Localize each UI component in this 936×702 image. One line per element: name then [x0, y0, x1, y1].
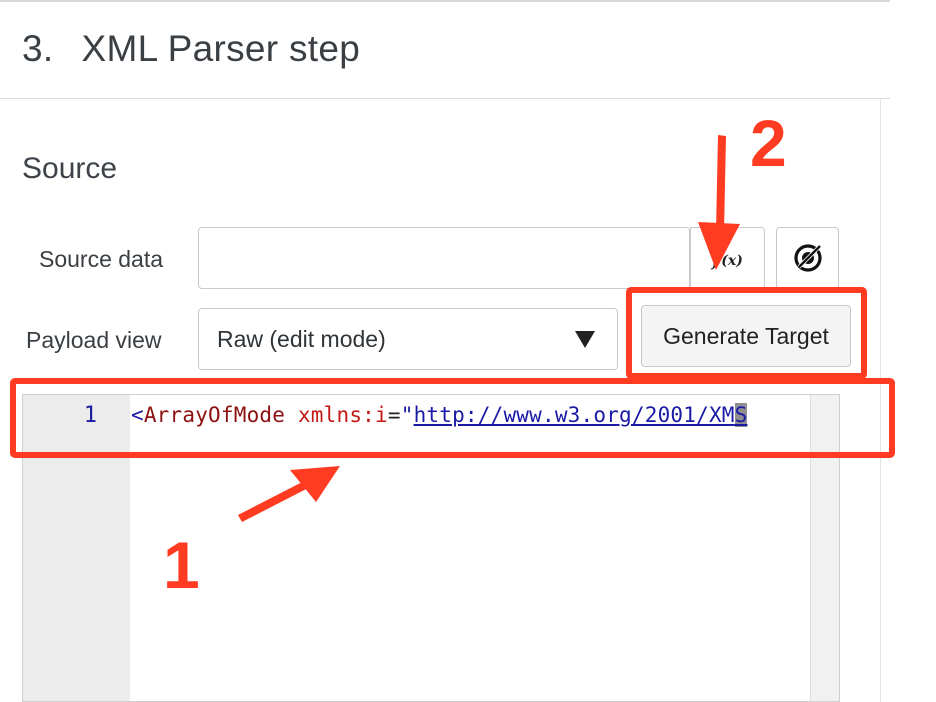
- arrow-down-icon: [698, 135, 740, 270]
- annotation-number-2: 2: [750, 106, 787, 180]
- annotation-number-1: 1: [163, 528, 200, 602]
- annotation-arrows: [238, 135, 740, 522]
- arrow-up-right-icon: [238, 466, 340, 522]
